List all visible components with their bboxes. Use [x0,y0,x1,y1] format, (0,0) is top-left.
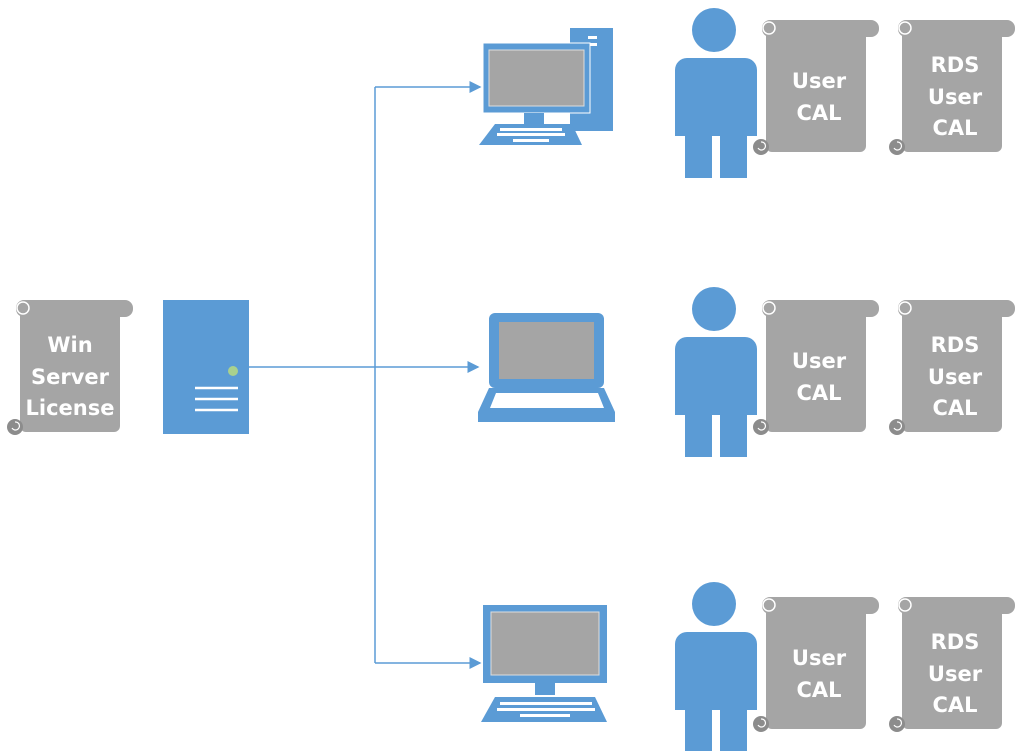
user-icon [675,8,757,178]
svg-text:User: User [928,85,983,109]
svg-text:CAL: CAL [796,678,841,702]
svg-text:RDS: RDS [931,630,980,654]
rds-user-cal-license: RDS User CAL [888,596,1016,733]
svg-text:User: User [928,662,983,686]
connectors [249,81,482,669]
user-cal-license: User CAL [752,299,880,436]
user-cal-license: User CAL [752,596,880,733]
svg-text:License: License [26,396,115,420]
laptop-icon [478,313,615,422]
svg-text:CAL: CAL [932,116,977,140]
svg-text:RDS: RDS [931,53,980,77]
win-server-license: Win Server License [6,299,134,436]
rds-user-cal-license: RDS User CAL [888,299,1016,436]
licensing-diagram: Win Server License User CAL RDS User CAL… [6,8,1016,751]
svg-text:CAL: CAL [932,396,977,420]
user-cal-license: User CAL [752,19,880,156]
svg-text:User: User [792,69,847,93]
svg-text:Win: Win [47,333,92,357]
svg-text:CAL: CAL [796,101,841,125]
user-icon [675,287,757,457]
svg-text:RDS: RDS [931,333,980,357]
monitor-keyboard-icon [481,605,607,722]
svg-text:User: User [792,646,847,670]
svg-text:CAL: CAL [796,381,841,405]
svg-text:Server: Server [31,365,110,389]
server-icon [163,300,249,434]
svg-text:User: User [792,349,847,373]
desktop-computer-icon [479,28,613,145]
svg-text:User: User [928,365,983,389]
user-icon [675,582,757,751]
rds-user-cal-license: RDS User CAL [888,19,1016,156]
svg-text:CAL: CAL [932,693,977,717]
